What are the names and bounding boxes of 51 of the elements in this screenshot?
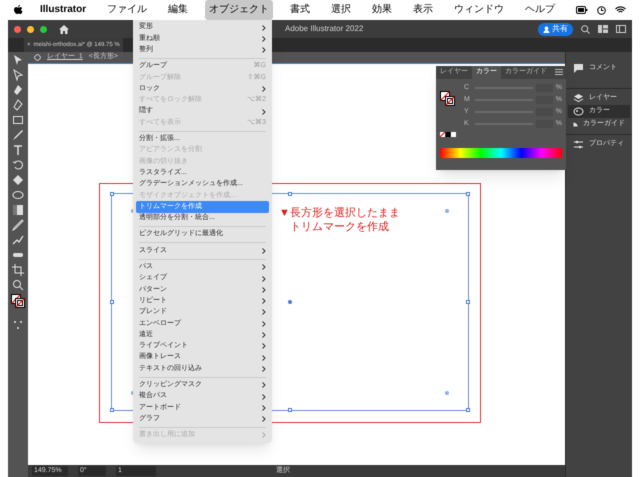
- menu-bar-item[interactable]: 表示: [409, 0, 438, 20]
- share-button[interactable]: 共有: [538, 22, 573, 36]
- swatch-presets-icon[interactable]: [440, 132, 456, 138]
- workspace-layout-icon[interactable]: [598, 25, 608, 33]
- sliders-icon: [573, 139, 584, 150]
- menu-bar-item[interactable]: ファイル: [103, 0, 152, 20]
- crop-icon[interactable]: [12, 264, 24, 276]
- wifi-icon[interactable]: [615, 6, 626, 14]
- menu-bar-item[interactable]: 編集: [164, 0, 192, 20]
- menu-bar-item[interactable]: ウィンドウ: [450, 0, 508, 20]
- selection-handle[interactable]: [288, 192, 292, 196]
- person-icon: [543, 26, 550, 32]
- center-point: [288, 300, 292, 304]
- home-icon[interactable]: [59, 24, 69, 34]
- annotation-text: トリムマークを作成: [289, 220, 390, 234]
- menu-bar-item[interactable]: 書式: [286, 0, 314, 20]
- more-tools-icon[interactable]: [12, 319, 24, 331]
- isolation-back-icon[interactable]: [34, 54, 41, 61]
- search-icon[interactable]: [581, 24, 590, 34]
- menu-bar-item[interactable]: 選択: [327, 0, 356, 20]
- panel-menu-icon[interactable]: [555, 69, 563, 75]
- eyedropper-icon[interactable]: [12, 219, 24, 231]
- selection-handle[interactable]: [110, 300, 114, 304]
- selection-handle[interactable]: [466, 300, 470, 304]
- clock-icon[interactable]: [597, 6, 606, 14]
- rotate-icon[interactable]: [12, 159, 24, 171]
- menu-bar-item[interactable]: オブジェクト: [205, 0, 274, 20]
- selection-handle[interactable]: [288, 408, 292, 412]
- zoom-icon[interactable]: [12, 279, 24, 291]
- selection-arrow-icon[interactable]: [12, 54, 24, 66]
- menu-bar-item[interactable]: 効果: [368, 0, 396, 20]
- window-title: Adobe Illustrator 2022: [285, 23, 364, 35]
- selection-handle[interactable]: [466, 408, 470, 412]
- rectangle-icon[interactable]: [12, 114, 24, 126]
- selection-handle[interactable]: [110, 192, 114, 196]
- color-spectrum-bar[interactable]: [440, 148, 562, 158]
- comment-icon: [573, 63, 584, 74]
- brush-icon[interactable]: [12, 129, 24, 141]
- battery-icon[interactable]: [576, 6, 588, 14]
- menu-bar-item[interactable]: Illustrator: [36, 0, 90, 20]
- text-icon[interactable]: [12, 144, 24, 156]
- fill-stroke-swatch-icon[interactable]: [11, 294, 25, 308]
- selection-handle[interactable]: [466, 192, 470, 196]
- annotation-text: ▼長方形を選択したまま: [279, 206, 400, 220]
- menu-bar-item[interactable]: ヘルプ: [521, 0, 560, 20]
- direct-selection-icon[interactable]: [12, 69, 24, 81]
- selection-handle[interactable]: [110, 408, 114, 412]
- apple-icon[interactable]: [14, 5, 23, 15]
- layers-icon: [573, 93, 584, 104]
- panel-toggle-icon[interactable]: [616, 25, 626, 33]
- fill-stroke-swatch-icon[interactable]: [440, 91, 456, 107]
